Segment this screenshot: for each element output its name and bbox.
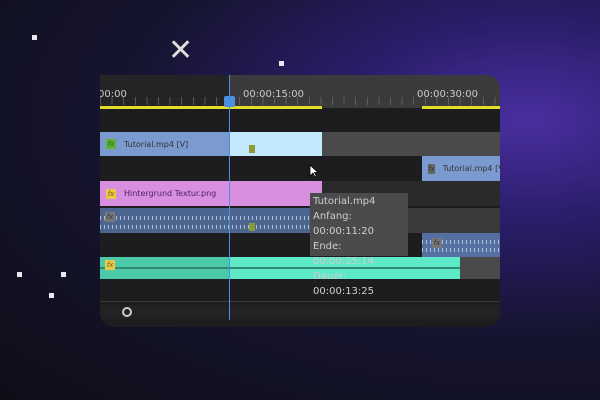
clip-label: Tutorial.mp4 [V] — [124, 139, 189, 149]
work-area-bar[interactable] — [100, 106, 322, 109]
timeline-panel: 00:00 00:00:15:00 00:00:30:00 fx Tutoria… — [100, 75, 500, 327]
decor-dot — [17, 272, 22, 277]
horizontal-scrollbar[interactable] — [100, 305, 500, 319]
clip-label: Hintergrund Textur.png — [124, 189, 217, 198]
audio-clip[interactable]: fx — [422, 233, 500, 257]
waveform — [100, 225, 310, 229]
fx-icon: fx — [105, 260, 115, 270]
waveform — [422, 248, 500, 252]
playhead-line[interactable] — [229, 75, 230, 320]
work-area-bar[interactable] — [422, 106, 500, 109]
ruler-label: 00:00 — [100, 89, 127, 100]
track-gap — [322, 132, 500, 156]
decor-dot — [279, 61, 284, 66]
video-clip[interactable]: fx Tutorial.mp4 [V] — [422, 156, 500, 181]
scroll-handle[interactable] — [122, 307, 132, 317]
waveform — [100, 216, 310, 220]
tooltip-duration: Dauer: 00:00:13:25 — [313, 271, 375, 297]
audio-green-clip[interactable]: fx — [100, 257, 460, 279]
clip-label: Tutorial.mp4 [V] — [442, 164, 500, 173]
mouse-cursor-icon — [309, 164, 319, 178]
ruler-label: 00:00:30:00 — [417, 89, 479, 100]
close-icon[interactable]: ✕ — [168, 36, 193, 66]
tooltip-end: Ende: 00:00:25:14 — [313, 241, 375, 267]
fx-icon: fx — [106, 188, 116, 199]
decor-dot — [32, 35, 37, 40]
ruler-label: 00:00:15:00 — [243, 89, 305, 100]
clip-divider — [100, 267, 460, 269]
keyframe-marker[interactable] — [249, 145, 255, 153]
video-clip[interactable]: fx Tutorial.mp4 [V] — [100, 132, 229, 156]
tooltip-start: Anfang: 00:00:11:20 — [313, 211, 375, 237]
track-divider — [100, 301, 500, 302]
keyframe-marker[interactable] — [249, 223, 255, 231]
decor-dot — [61, 272, 66, 277]
tooltip-title: Tutorial.mp4 — [313, 196, 376, 207]
audio-clip[interactable]: fx — [100, 208, 310, 233]
fx-icon: fx — [105, 212, 115, 222]
fx-icon: fx — [432, 238, 442, 248]
track-gap — [460, 257, 500, 279]
decor-dot — [49, 293, 54, 298]
playhead-handle[interactable] — [224, 96, 235, 107]
fx-icon: fx — [428, 163, 435, 174]
fx-icon: fx — [106, 139, 116, 149]
clip-tooltip: Tutorial.mp4 Anfang: 00:00:11:20 Ende: 0… — [310, 193, 408, 297]
video-clip-selected[interactable] — [229, 132, 322, 156]
graphic-clip[interactable]: fx Hintergrund Textur.png — [100, 181, 322, 206]
